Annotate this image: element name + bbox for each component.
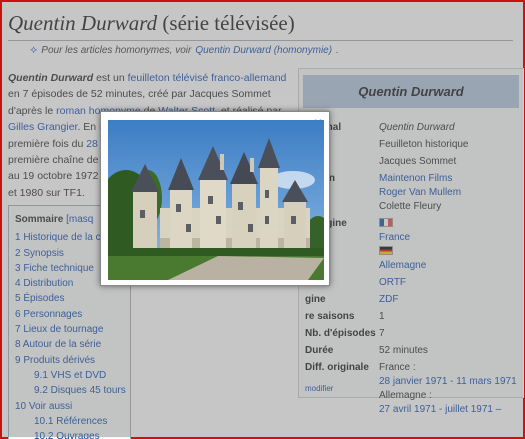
chimney-2 (250, 158, 254, 172)
chimney-1 (220, 154, 224, 170)
tower-a (170, 188, 192, 248)
tower-c (232, 182, 256, 248)
castle-photo (108, 120, 324, 280)
tower-b (200, 178, 226, 248)
hedge (108, 248, 324, 256)
image-lightbox: × (100, 111, 330, 286)
tower-d (260, 166, 278, 248)
tower-e (284, 200, 306, 250)
tower-left (133, 190, 157, 258)
